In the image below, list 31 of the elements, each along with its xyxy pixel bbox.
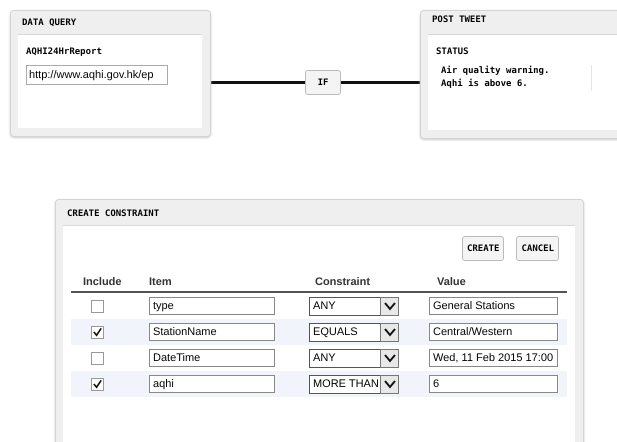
column-header: Item [149,276,173,288]
status-field[interactable]: Air quality warning. Aqhi is above 6. [436,65,592,91]
field-label: STATUS [436,47,470,57]
url-field[interactable]: http://www.aqhi.gov.hk/ep [26,65,168,85]
item-field[interactable]: type [149,297,275,315]
caret-icon [382,301,396,311]
column-header: Value [436,276,467,288]
constraint-dropdown[interactable]: ANY [309,348,399,368]
item-field[interactable]: DateTime [149,349,275,367]
item-field[interactable]: aqhi [149,375,275,393]
value-field[interactable]: Central/Western [429,323,558,341]
checkbox[interactable] [91,326,104,338]
item-field[interactable]: StationName [149,323,275,341]
value-field[interactable]: Wed, 11 Feb 2015 17:00 [429,349,558,367]
value-field[interactable]: General Stations [429,297,558,315]
caret-icon [382,353,396,363]
constraint-dropdown[interactable]: MORE THAN [309,374,399,394]
column-header: Include [82,276,123,288]
checkbox[interactable] [91,378,104,390]
caret-icon [382,379,396,389]
constraint-dropdown[interactable]: ANY [309,296,399,316]
constraint-dropdown[interactable]: EQUALS [309,322,399,342]
column-header: Constraint [314,276,371,288]
action-button[interactable]: CANCEL [516,236,559,261]
checkbox[interactable] [91,300,104,312]
action-button[interactable]: CREATE [462,236,504,261]
if-button[interactable]: IF [305,70,341,95]
checkbox[interactable] [91,352,104,364]
value-field[interactable]: 6 [429,375,558,393]
field-label: AQHI24HrReport [26,47,103,57]
caret-icon [382,327,396,337]
